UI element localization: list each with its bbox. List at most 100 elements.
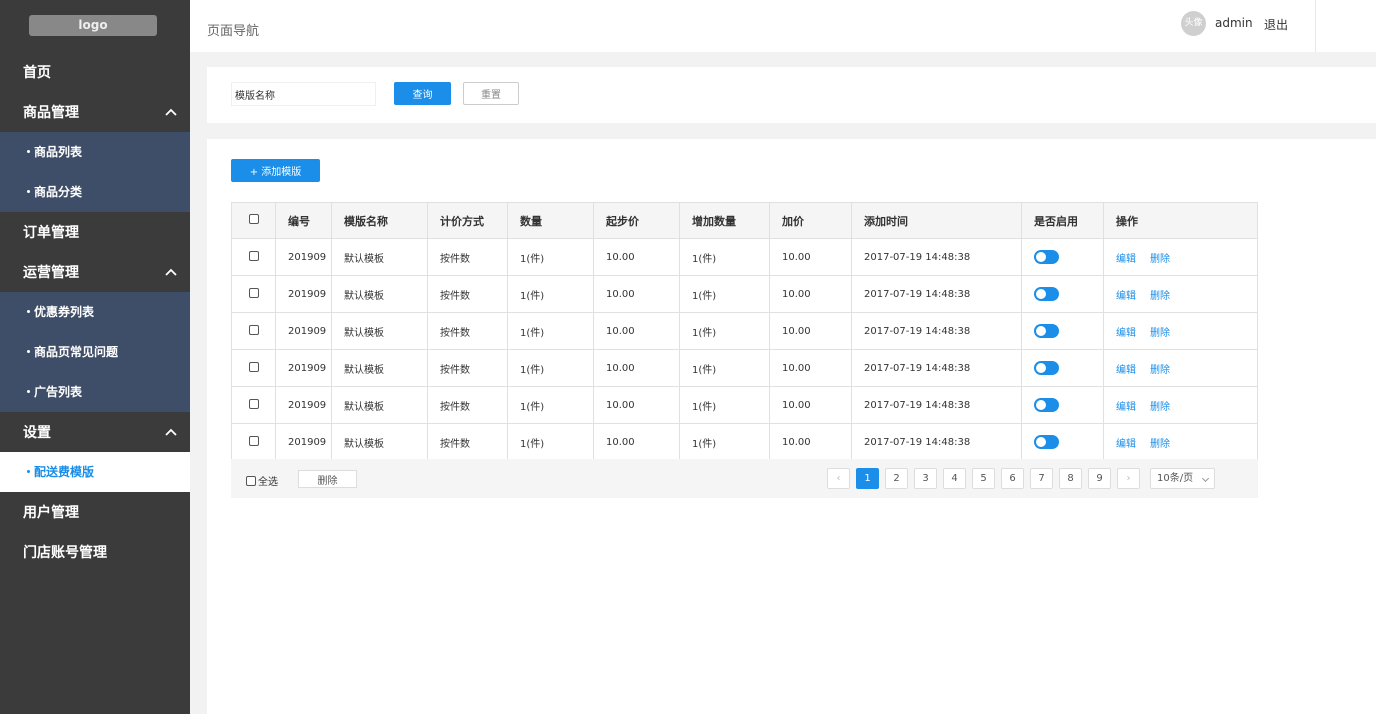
sidebar-item-label: 首页: [23, 65, 51, 81]
enabled-toggle[interactable]: [1034, 250, 1059, 264]
row-checkbox[interactable]: [248, 398, 259, 409]
table-cell: 按件数: [427, 312, 508, 350]
row-checkbox[interactable]: [248, 287, 259, 298]
table-cell: 默认模板: [331, 349, 428, 387]
edit-link[interactable]: 编辑: [1116, 402, 1136, 413]
actions-cell: 编辑 删除: [1103, 423, 1258, 461]
delete-link[interactable]: 删除: [1150, 402, 1170, 413]
table-row: 201909 默认模板 按件数 1(件) 10.00 1(件) 10.00 2017-07-1…: [231, 349, 1258, 387]
table-cell: 按件数: [427, 238, 508, 276]
edit-link[interactable]: 编辑: [1116, 365, 1136, 376]
enabled-toggle[interactable]: [1034, 435, 1059, 449]
select-all-label: 全选: [258, 477, 278, 488]
delete-link[interactable]: 删除: [1150, 439, 1170, 450]
sidebar-item-label: 设置: [23, 425, 51, 441]
page-button[interactable]: 7: [1030, 468, 1053, 489]
select-all-checkbox[interactable]: [248, 214, 259, 224]
delete-link[interactable]: 删除: [1150, 291, 1170, 302]
page-button[interactable]: 6: [1001, 468, 1024, 489]
column-header: 添加时间: [851, 202, 1022, 239]
sidebar-item-product-category[interactable]: 商品分类: [0, 172, 190, 212]
enabled-toggle[interactable]: [1034, 287, 1059, 301]
next-page-button[interactable]: ›: [1117, 468, 1140, 489]
prev-page-button[interactable]: ‹: [827, 468, 850, 489]
bullet-icon: [27, 390, 30, 393]
header-checkbox-cell: [231, 202, 276, 239]
table-cell: 1(件): [679, 238, 770, 276]
page-button[interactable]: 1: [856, 468, 879, 489]
row-checkbox-cell: [231, 386, 276, 424]
edit-link[interactable]: 编辑: [1116, 328, 1136, 339]
row-checkbox[interactable]: [248, 250, 259, 261]
page-button[interactable]: 9: [1088, 468, 1111, 489]
table-cell: 10.00: [593, 423, 680, 461]
table-cell: 1(件): [507, 423, 594, 461]
reset-button[interactable]: 重置: [463, 82, 519, 105]
bullet-icon: [27, 310, 30, 313]
edit-link[interactable]: 编辑: [1116, 439, 1136, 450]
sidebar-item-label: 商品管理: [23, 105, 79, 121]
delete-link[interactable]: 删除: [1150, 365, 1170, 376]
avatar[interactable]: 头像: [1181, 11, 1206, 36]
table-cell: 10.00: [769, 275, 852, 313]
table-cell: 10.00: [769, 386, 852, 424]
page-button[interactable]: 5: [972, 468, 995, 489]
row-checkbox-cell: [231, 275, 276, 313]
enabled-toggle[interactable]: [1034, 361, 1059, 375]
select-all-footer-checkbox[interactable]: [246, 475, 256, 486]
table-cell: 2017-07-19 14:48:38: [851, 312, 1022, 350]
column-header: 数量: [507, 202, 594, 239]
sidebar-item-ads[interactable]: 广告列表: [0, 372, 190, 412]
table-cell: 1(件): [507, 349, 594, 387]
sidebar-item-label: 用户管理: [23, 505, 79, 521]
enabled-toggle[interactable]: [1034, 324, 1059, 338]
sidebar-item-coupons[interactable]: 优惠券列表: [0, 292, 190, 332]
bullet-icon: [27, 470, 30, 473]
sidebar-item-orders[interactable]: 订单管理: [0, 212, 190, 252]
sidebar-item-product-list[interactable]: 商品列表: [0, 132, 190, 172]
enabled-cell: [1021, 423, 1104, 461]
sidebar-item-faq[interactable]: 商品页常见问题: [0, 332, 190, 372]
template-name-input[interactable]: [231, 82, 376, 106]
logout-link[interactable]: 退出: [1264, 16, 1288, 33]
sidebar-item-home[interactable]: 首页: [0, 52, 190, 92]
sidebar-item-shipping-template[interactable]: 配送费模版: [0, 452, 190, 492]
select-all[interactable]: 全选: [246, 473, 278, 488]
page-button[interactable]: 4: [943, 468, 966, 489]
sidebar-item-store-accounts[interactable]: 门店账号管理: [0, 532, 190, 572]
table-cell: 默认模板: [331, 238, 428, 276]
row-checkbox-cell: [231, 238, 276, 276]
sidebar-item-operations[interactable]: 运营管理: [0, 252, 190, 292]
column-header: 操作: [1103, 202, 1258, 239]
page-button[interactable]: 2: [885, 468, 908, 489]
row-checkbox[interactable]: [248, 361, 259, 372]
sidebar-item-products[interactable]: 商品管理: [0, 92, 190, 132]
row-checkbox[interactable]: [248, 324, 259, 335]
sidebar-item-users[interactable]: 用户管理: [0, 492, 190, 532]
sidebar-item-label: 优惠券列表: [34, 305, 95, 319]
add-template-button[interactable]: + 添加模版: [231, 159, 320, 182]
batch-delete-button[interactable]: 删除: [298, 470, 357, 488]
sidebar-item-label: 广告列表: [34, 385, 83, 399]
column-header: 加价: [769, 202, 852, 239]
edit-link[interactable]: 编辑: [1116, 291, 1136, 302]
column-header: 计价方式: [427, 202, 508, 239]
sidebar-item-settings[interactable]: 设置: [0, 412, 190, 452]
query-button[interactable]: 查询: [394, 82, 451, 105]
table-row: 201909 默认模板 按件数 1(件) 10.00 1(件) 10.00 2017-07-1…: [231, 238, 1258, 276]
main-area: 页面导航 头像 admin 退出 查询 重置 + 添加模版 编号 模版名称 计价…: [190, 0, 1376, 714]
page-button[interactable]: 8: [1059, 468, 1082, 489]
row-checkbox[interactable]: [248, 435, 259, 446]
topbar-edge: [1316, 0, 1376, 52]
delete-link[interactable]: 删除: [1150, 328, 1170, 339]
table-row: 201909 默认模板 按件数 1(件) 10.00 1(件) 10.00 2017-07-1…: [231, 275, 1258, 313]
enabled-toggle[interactable]: [1034, 398, 1059, 412]
sidebar: logo 首页 商品管理 商品列表 商品分类 订单管理 运营管理 优惠券列表 商…: [0, 0, 190, 714]
table-cell: 10.00: [593, 275, 680, 313]
table-cell: 2017-07-19 14:48:38: [851, 238, 1022, 276]
delete-link[interactable]: 删除: [1150, 254, 1170, 265]
page-size-select[interactable]: 10条/页: [1150, 468, 1215, 489]
edit-link[interactable]: 编辑: [1116, 254, 1136, 265]
chevron-up-icon: [165, 268, 177, 276]
page-button[interactable]: 3: [914, 468, 937, 489]
